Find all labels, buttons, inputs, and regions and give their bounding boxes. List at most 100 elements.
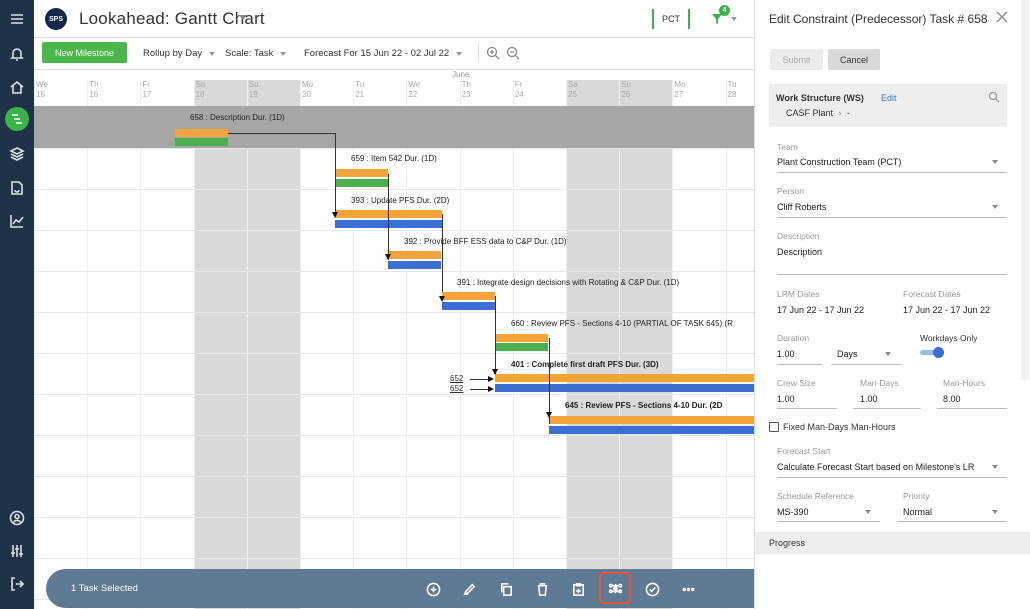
cancel-button[interactable]: Cancel: [828, 49, 880, 70]
lrm-bar-complete[interactable]: [495, 343, 548, 351]
chevron-down-icon: [992, 205, 998, 209]
lrm-bar[interactable]: [442, 302, 495, 310]
duration-unit-select[interactable]: Days: [837, 349, 858, 359]
schedule-reference-select[interactable]: MS-390: [777, 507, 809, 517]
task-bar-label[interactable]: 658 : Description Dur. (1D): [190, 113, 285, 122]
menu-icon[interactable]: [7, 9, 27, 29]
document-chart-icon[interactable]: [7, 178, 27, 198]
progress-section-header[interactable]: Progress: [755, 532, 1030, 554]
complete-task-button[interactable]: [641, 578, 663, 600]
workdays-only-label: Workdays Only: [920, 333, 978, 343]
fixed-man-days-checkbox[interactable]: [769, 422, 779, 432]
forecast-range-select[interactable]: Forecast For 15 Jun 22 - 02 Jul 22: [304, 48, 463, 59]
sliders-icon[interactable]: [7, 541, 27, 561]
team-select[interactable]: Plant Construction Team (PCT): [777, 157, 987, 167]
description-textarea[interactable]: Description: [777, 247, 987, 257]
forecast-dates-value: 17 Jun 22 - 17 Jun 22: [903, 305, 991, 315]
man-hours-input[interactable]: 8.00: [943, 394, 961, 404]
task-bar-label[interactable]: 392 : Provide BFF ESS data to C&P Dur. (…: [404, 237, 567, 246]
chevron-down-icon: [992, 510, 998, 514]
clipboard-add-button[interactable]: [567, 578, 589, 600]
ws-path-tail: -: [847, 108, 851, 118]
priority-select[interactable]: Normal: [903, 507, 932, 517]
add-task-button[interactable]: [422, 578, 444, 600]
search-icon[interactable]: [988, 91, 1000, 103]
task-bar-label[interactable]: 659 : Item 542 Dur. (1D): [351, 154, 437, 163]
filter-button[interactable]: 4: [707, 5, 739, 29]
panel-scrollbar[interactable]: [1021, 0, 1029, 380]
task-bar-label[interactable]: 391 : Integrate design decisions with Ro…: [457, 278, 679, 287]
submit-button[interactable]: Submit: [770, 49, 823, 70]
lrm-bar-complete[interactable]: [175, 138, 228, 146]
lrm-bar[interactable]: [549, 426, 754, 434]
trash-icon: [537, 582, 547, 596]
zoom-in-icon[interactable]: [485, 45, 501, 61]
delete-task-button[interactable]: [531, 578, 553, 600]
more-actions-button[interactable]: [677, 578, 699, 600]
schedule-reference-underline: [777, 521, 880, 522]
forecast-bar[interactable]: [442, 292, 495, 300]
man-hours-label: Man-Hours: [943, 378, 986, 388]
bell-icon[interactable]: [7, 44, 27, 64]
forecast-bar[interactable]: [175, 129, 228, 137]
task-bar-label[interactable]: 645 : Review PFS - Sections 4-10 Dur. (2…: [565, 401, 722, 410]
man-days-underline: [853, 408, 921, 409]
layers-icon[interactable]: [7, 144, 27, 164]
lrm-bar[interactable]: [388, 261, 441, 269]
task-bar-label[interactable]: 401 : Complete first draft PFS Dur. (3D): [511, 360, 659, 369]
predecessor-link[interactable]: 652: [450, 384, 463, 393]
copy-task-button[interactable]: [495, 578, 517, 600]
lrm-bar-complete[interactable]: [335, 179, 388, 187]
month-label: June: [452, 70, 470, 79]
work-structure-box: Work Structure (WS) Edit CASF Plant › -: [769, 84, 1007, 127]
chevron-down-icon: [209, 51, 216, 56]
forecast-bar[interactable]: [335, 169, 388, 177]
team-badge[interactable]: PCT: [652, 9, 690, 29]
lrm-bar[interactable]: [495, 384, 754, 392]
predecessor-link[interactable]: 652: [450, 374, 463, 383]
forecast-start-select[interactable]: Calculate Forecast Start based on Milest…: [777, 462, 985, 472]
title-dropdown-icon[interactable]: [239, 15, 247, 20]
selection-count: 1 Task Selected: [71, 583, 138, 594]
work-structure-edit-link[interactable]: Edit: [881, 93, 897, 103]
man-days-input[interactable]: 1.00: [860, 394, 878, 404]
app-logo[interactable]: SPS: [45, 8, 67, 30]
forecast-bar[interactable]: [495, 334, 548, 342]
gantt-chart[interactable]: We 15 Th 16 Fr 17 Sa 18 Su 19 Mo 20 Tu 21 We 22 Th 23 Fr 24…: [34, 70, 754, 609]
crew-size-label: Crew Size: [777, 378, 816, 388]
constraint-button[interactable]: [599, 572, 631, 604]
forecast-bar[interactable]: [495, 374, 754, 382]
trend-chart-icon[interactable]: [7, 211, 27, 231]
new-milestone-button[interactable]: New Milestone: [42, 42, 127, 63]
left-nav: [0, 0, 34, 609]
duration-input[interactable]: 1.00: [777, 349, 795, 359]
home-icon[interactable]: [7, 77, 27, 97]
priority-underline: [897, 521, 1007, 522]
forecast-range-label: Forecast For 15 Jun 22 - 02 Jul 22: [304, 48, 450, 59]
lrm-dates-label: LRM Dates: [777, 289, 820, 299]
rollup-label: Rollup by Day: [143, 48, 203, 59]
page-title[interactable]: Lookahead: Gantt Chart: [79, 9, 265, 29]
forecast-bar[interactable]: [388, 251, 441, 259]
logout-icon[interactable]: [7, 574, 27, 594]
person-select[interactable]: Cliff Roberts: [777, 202, 987, 212]
workdays-only-toggle[interactable]: [920, 347, 944, 358]
toolbar-divider: [478, 44, 479, 62]
lrm-dates-value: 17 Jun 22 - 17 Jun 22: [777, 305, 865, 315]
forecast-start-label: Forecast Start: [777, 446, 831, 456]
close-icon[interactable]: [995, 10, 1009, 24]
rollup-select[interactable]: Rollup by Day: [143, 48, 216, 59]
forecast-dates-label: Forecast Dates: [903, 289, 961, 299]
gantt-icon[interactable]: [5, 107, 29, 131]
edit-task-button[interactable]: [458, 578, 480, 600]
user-icon[interactable]: [7, 508, 27, 528]
dependency-line: [388, 174, 389, 260]
crew-size-input[interactable]: 1.00: [777, 394, 795, 404]
task-bar-label[interactable]: 660 : Review PFS - Sections 4-10 (PARTIA…: [511, 319, 733, 328]
scale-select[interactable]: Scale: Task: [225, 48, 287, 59]
forecast-bar[interactable]: [549, 416, 754, 424]
work-structure-path[interactable]: CASF Plant › -: [786, 108, 850, 118]
task-bar-label[interactable]: 393 : Update PFS Dur. (2D): [351, 196, 449, 205]
edit-constraint-panel: Edit Constraint (Predecessor) Task # 658…: [754, 0, 1030, 609]
zoom-out-icon[interactable]: [505, 45, 521, 61]
